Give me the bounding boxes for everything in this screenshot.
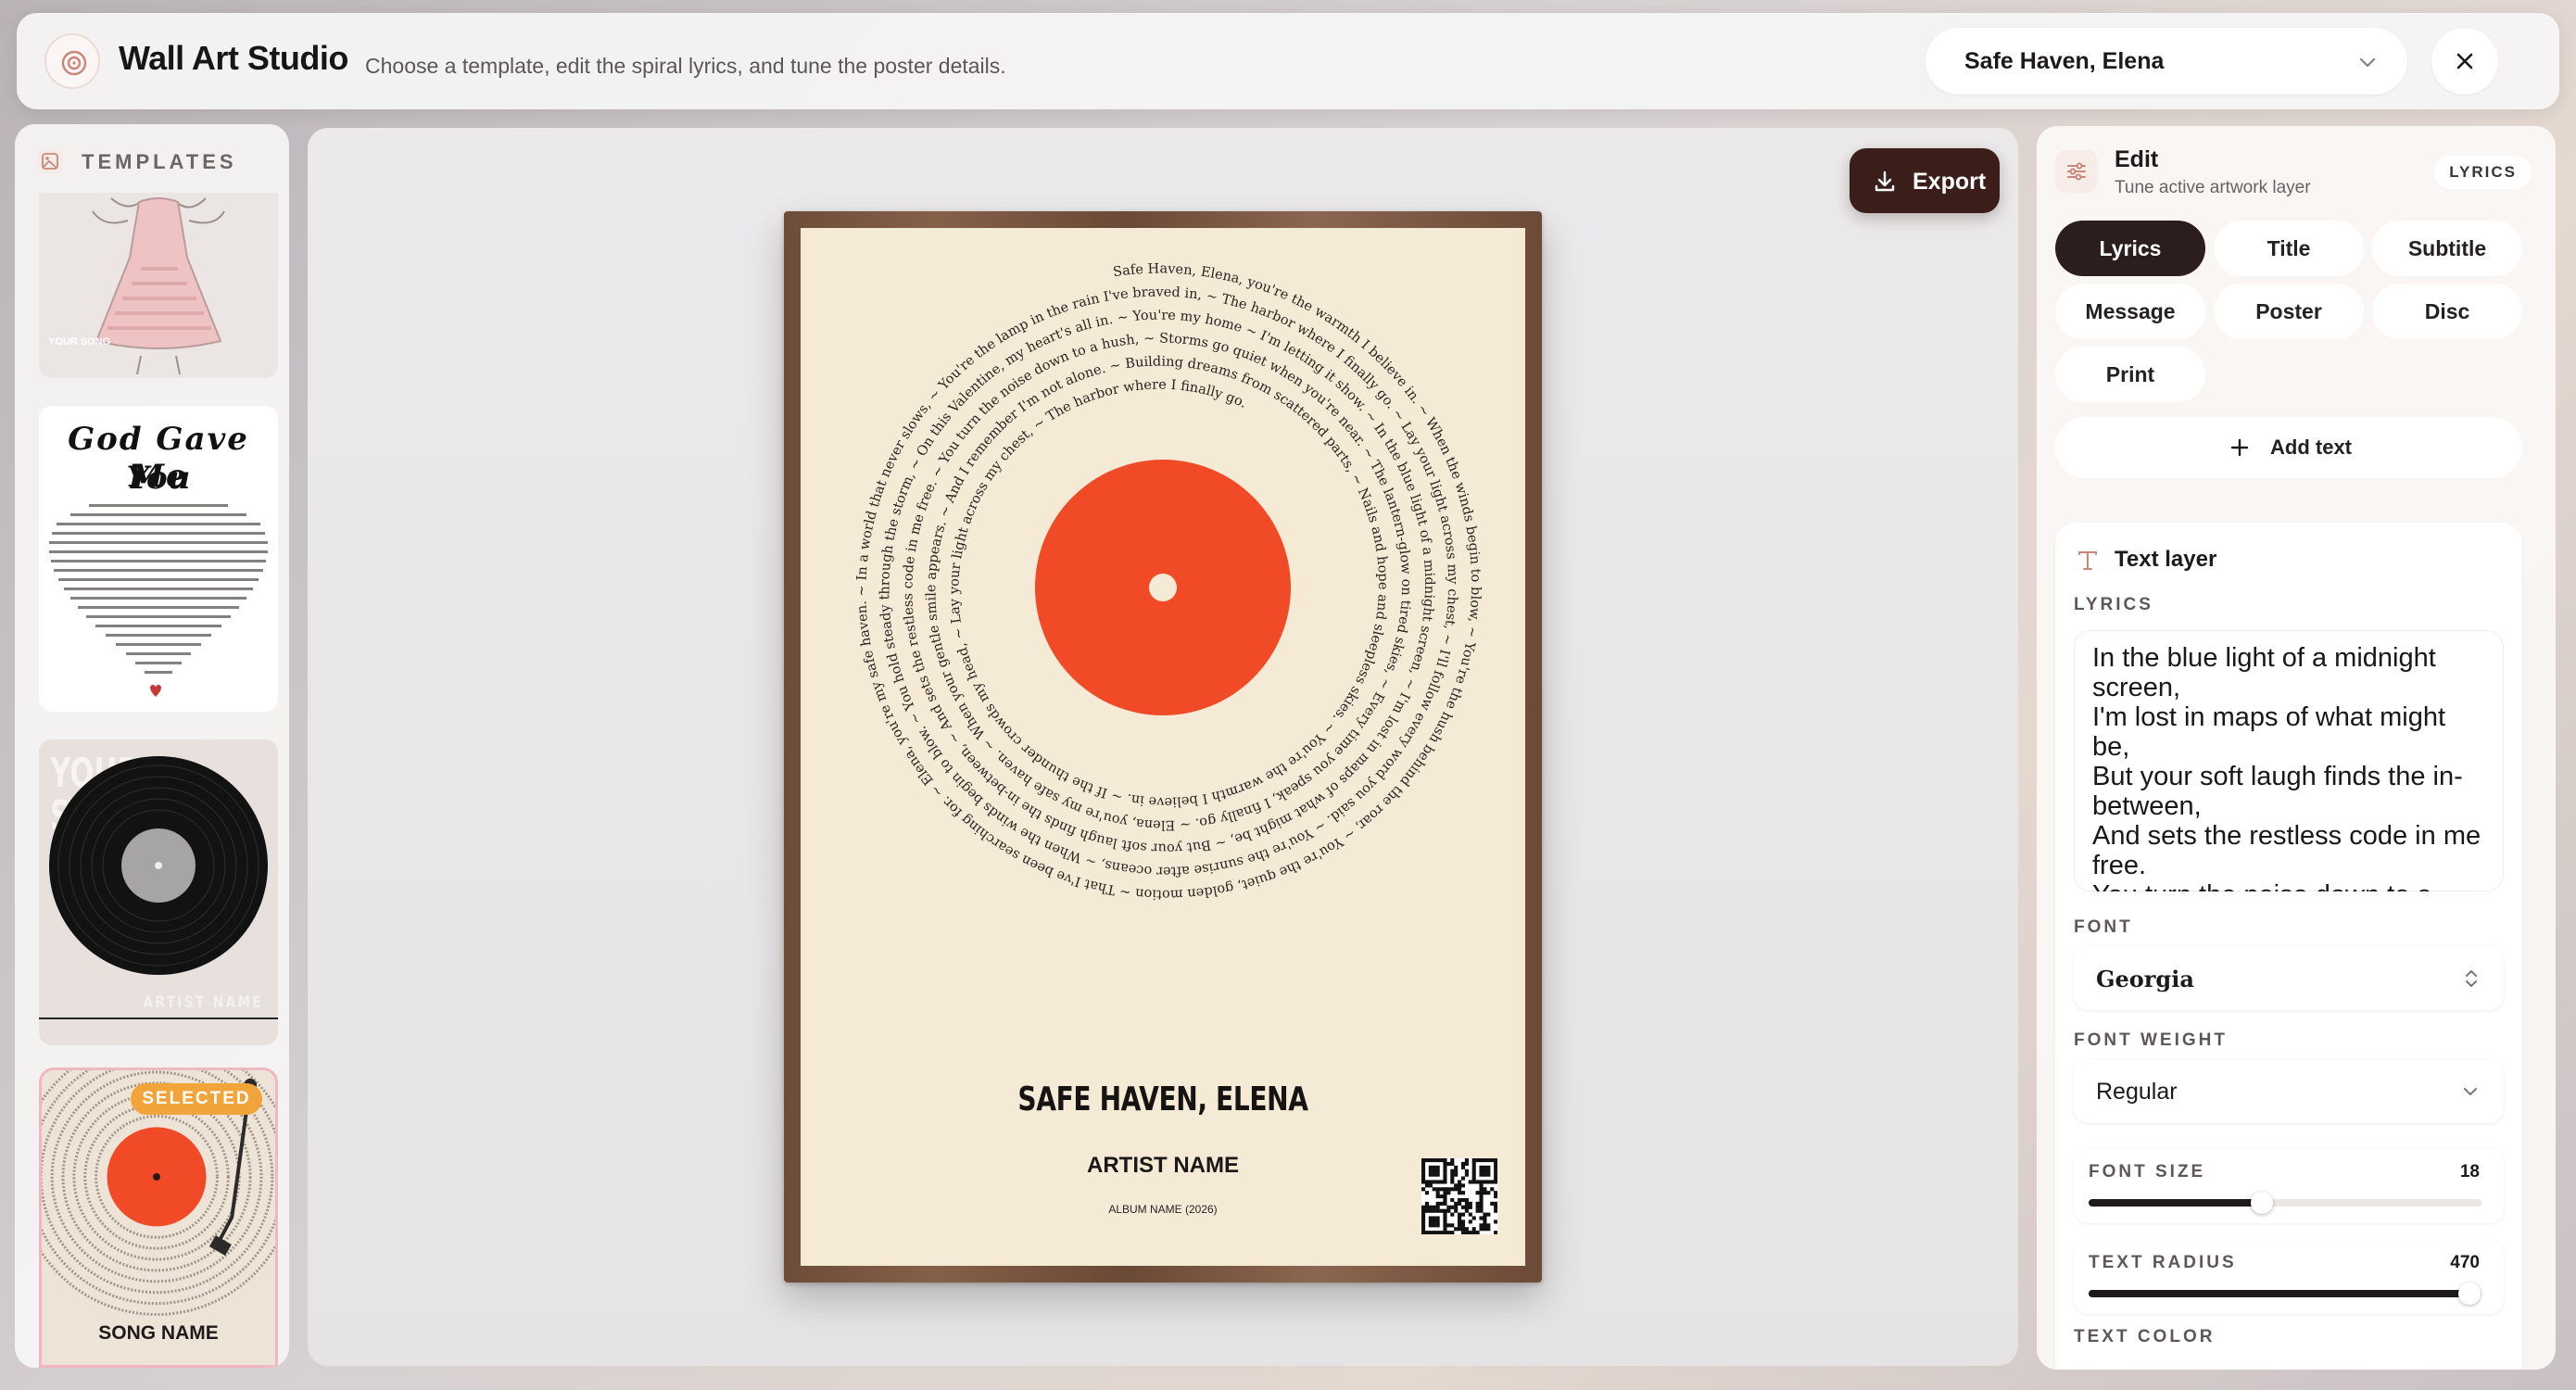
edit-subtitle: Tune active artwork layer xyxy=(2115,178,2311,197)
tab-lyrics[interactable]: Lyrics xyxy=(2055,221,2205,276)
tab-print[interactable]: Print xyxy=(2055,347,2205,402)
image-icon xyxy=(37,148,63,174)
text-color-label: TEXT COLOR xyxy=(2074,1327,2216,1346)
export-button[interactable]: Export xyxy=(1850,148,2000,213)
font-select-value: Georgia xyxy=(2096,966,2194,992)
text-radius-value: 470 xyxy=(2450,1253,2480,1272)
lyrics-line: And sets the restless code in me free. xyxy=(2092,821,2481,880)
top-bar: Wall Art Studio Choose a template, edit … xyxy=(17,13,2559,109)
chevron-down-icon xyxy=(2464,1088,2477,1095)
song-select[interactable]: Safe Haven, Elena xyxy=(1926,28,2407,95)
template-dress-caption: YOUR SONG xyxy=(48,336,110,348)
spiral-lyrics[interactable]: Safe Haven, Elena, you're the warmth I b… xyxy=(801,228,1525,1025)
edit-panel: Edit Tune active artwork layer LYRICS Ly… xyxy=(2037,126,2556,1370)
lyrics-label: LYRICS xyxy=(2074,595,2153,614)
lyrics-line: You turn the noise down to a hush, xyxy=(2092,880,2485,891)
song-select-value: Safe Haven, Elena xyxy=(1964,48,2165,74)
chevron-down-icon xyxy=(2359,57,2376,68)
download-icon xyxy=(1875,171,1895,192)
chevron-updown-icon xyxy=(2466,970,2477,987)
tab-disc[interactable]: Disc xyxy=(2372,284,2522,339)
disc-center-hole xyxy=(1149,574,1177,601)
plus-icon xyxy=(2230,438,2249,457)
sliders-icon xyxy=(2055,150,2098,193)
font-size-slider-fill xyxy=(2089,1199,2262,1207)
font-size-slider[interactable] xyxy=(2089,1192,2481,1214)
text-radius-slider-thumb[interactable] xyxy=(2458,1283,2481,1305)
font-weight-value: Regular xyxy=(2096,1079,2178,1105)
tab-message[interactable]: Message xyxy=(2055,284,2205,339)
text-radius-label: TEXT RADIUS xyxy=(2089,1253,2237,1272)
font-select[interactable]: Georgia xyxy=(2074,947,2504,1010)
template-dress-art: YOUR SONG xyxy=(39,193,278,378)
canvas-area: Export Safe Haven, Elena, you're the war… xyxy=(308,128,2018,1366)
lyrics-line: But your soft laugh finds the in-between… xyxy=(2092,762,2463,821)
tab-subtitle[interactable]: Subtitle xyxy=(2372,221,2522,276)
add-text-label: Add text xyxy=(2270,436,2352,459)
edit-title: Edit xyxy=(2115,146,2159,172)
template-card-your-song[interactable]: YOURSONG ARTIST NAME xyxy=(39,739,278,1045)
text-radius-slider[interactable] xyxy=(2089,1283,2481,1305)
tab-poster[interactable]: Poster xyxy=(2214,284,2364,339)
active-layer-badge: LYRICS xyxy=(2434,156,2532,189)
vinyl-logo-icon xyxy=(44,33,100,89)
font-size-label: FONT SIZE xyxy=(2089,1162,2206,1182)
app-subtitle: Choose a template, edit the spiral lyric… xyxy=(365,54,1006,78)
poster[interactable]: Safe Haven, Elena, you're the warmth I b… xyxy=(801,228,1525,1266)
export-label: Export xyxy=(1913,169,1987,195)
add-text-button[interactable]: Add text xyxy=(2055,417,2522,478)
template-script-title-2: You xyxy=(126,460,191,497)
font-size-value: 18 xyxy=(2459,1162,2480,1182)
poster-album[interactable]: ALBUM NAME (2026) xyxy=(801,1203,1525,1216)
tab-title[interactable]: Title xyxy=(2214,221,2364,276)
lyrics-line: In the blue light of a midnight screen, xyxy=(2092,643,2436,702)
template-heart-lyrics xyxy=(49,504,268,697)
close-icon xyxy=(2456,53,2473,70)
template-card-god-gave-me-you[interactable]: God Gave Me You xyxy=(39,406,278,712)
lyrics-line: I'm lost in maps of what might be, xyxy=(2092,702,2446,762)
templates-panel: TEMPLATES YOUR SONG God Gave Me You YOUR… xyxy=(15,124,289,1368)
font-weight-select[interactable]: Regular xyxy=(2074,1060,2504,1123)
font-size-slider-card: FONT SIZE 18 xyxy=(2074,1149,2504,1223)
template-card-dress[interactable]: YOUR SONG xyxy=(39,193,278,378)
close-button[interactable] xyxy=(2431,28,2498,95)
poster-frame: Safe Haven, Elena, you're the warmth I b… xyxy=(784,211,1542,1283)
font-weight-label: FONT WEIGHT xyxy=(2074,1030,2228,1050)
poster-artist[interactable]: ARTIST NAME xyxy=(801,1153,1525,1179)
qr-code-icon xyxy=(1421,1158,1497,1234)
text-type-icon xyxy=(2078,551,2097,570)
template-card-spiral-selected[interactable]: SELECTED SONG NAME xyxy=(39,1068,278,1368)
selected-badge: SELECTED xyxy=(131,1083,262,1115)
font-label: FONT xyxy=(2074,917,2133,937)
poster-title[interactable]: SAFE HAVEN, ELENA xyxy=(880,1080,1446,1118)
font-size-slider-thumb[interactable] xyxy=(2250,1192,2273,1214)
template-song-name: SONG NAME xyxy=(98,1322,219,1344)
text-layer-heading: Text layer xyxy=(2115,547,2217,572)
text-layer-card: Text layer LYRICS In the blue light of a… xyxy=(2055,523,2522,1370)
text-radius-slider-card: TEXT RADIUS 470 xyxy=(2074,1240,2504,1314)
lyrics-textarea[interactable]: In the blue light of a midnight screen, … xyxy=(2074,630,2504,891)
template-artist-caption: ARTIST NAME xyxy=(143,993,263,1012)
app-title: Wall Art Studio xyxy=(119,39,348,77)
templates-heading: TEMPLATES xyxy=(82,150,237,173)
text-radius-slider-fill xyxy=(2089,1290,2470,1297)
